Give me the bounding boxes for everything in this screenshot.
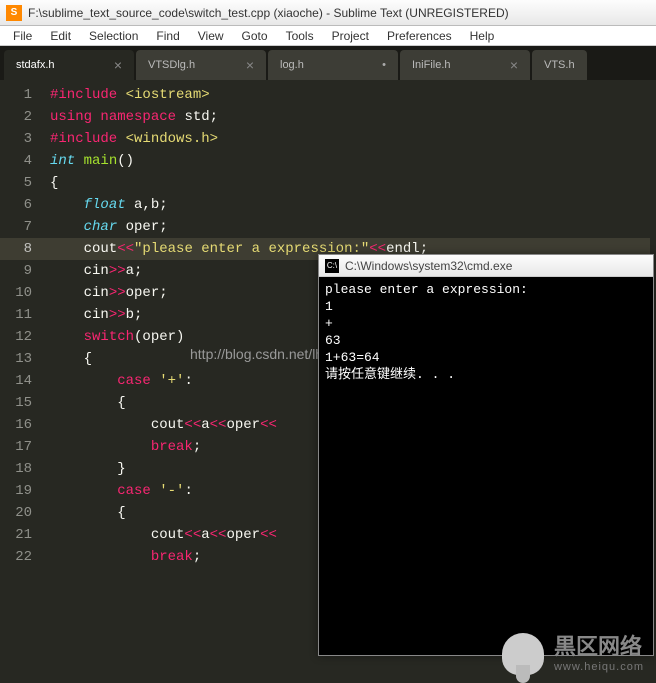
line-number: 1 <box>0 84 44 106</box>
menu-find[interactable]: Find <box>147 27 188 45</box>
cmd-icon: C:\ <box>325 259 339 273</box>
menu-bar: File Edit Selection Find View Goto Tools… <box>0 26 656 46</box>
tab-stdafx-h[interactable]: stdafx.h × <box>4 50 134 80</box>
tab-bar: stdafx.h × VTSDlg.h × log.h • IniFile.h × VTS.h <box>0 46 656 80</box>
tab-label: VTSDlg.h <box>148 59 195 71</box>
tab-IniFile-h[interactable]: IniFile.h × <box>400 50 530 80</box>
close-icon[interactable]: × <box>500 57 518 73</box>
cmd-title-bar[interactable]: C:\ C:\Windows\system32\cmd.exe <box>319 255 653 277</box>
line-number: 10 <box>0 282 44 304</box>
footer-logo: 黒区网络 www.heiqu.com <box>502 633 644 675</box>
footer-url: www.heiqu.com <box>554 661 644 674</box>
title-bar: S F:\sublime_text_source_code\switch_tes… <box>0 0 656 26</box>
line-number: 3 <box>0 128 44 150</box>
line-number: 20 <box>0 502 44 524</box>
line-number: 22 <box>0 546 44 568</box>
menu-edit[interactable]: Edit <box>41 27 80 45</box>
line-number: 18 <box>0 458 44 480</box>
code-line[interactable]: #include <iostream> <box>50 84 650 106</box>
code-line[interactable]: #include <windows.h> <box>50 128 650 150</box>
window-title: F:\sublime_text_source_code\switch_test.… <box>28 6 509 20</box>
menu-selection[interactable]: Selection <box>80 27 147 45</box>
line-gutter: 12345678910111213141516171819202122 <box>0 80 44 681</box>
cmd-window[interactable]: C:\ C:\Windows\system32\cmd.exe please e… <box>318 254 654 656</box>
line-number: 16 <box>0 414 44 436</box>
tab-log-h[interactable]: log.h • <box>268 50 398 80</box>
line-number: 4 <box>0 150 44 172</box>
code-line[interactable]: float a,b; <box>50 194 650 216</box>
code-line[interactable]: char oper; <box>50 216 650 238</box>
menu-preferences[interactable]: Preferences <box>378 27 461 45</box>
line-number: 14 <box>0 370 44 392</box>
tab-label: VTS.h <box>544 59 575 71</box>
line-number: 7 <box>0 216 44 238</box>
code-line[interactable]: using namespace std; <box>50 106 650 128</box>
code-line[interactable]: { <box>50 172 650 194</box>
menu-project[interactable]: Project <box>323 27 378 45</box>
line-number: 2 <box>0 106 44 128</box>
menu-goto[interactable]: Goto <box>233 27 277 45</box>
line-number: 21 <box>0 524 44 546</box>
line-number: 5 <box>0 172 44 194</box>
cmd-title-text: C:\Windows\system32\cmd.exe <box>345 259 512 273</box>
tab-VTSDlg-h[interactable]: VTSDlg.h × <box>136 50 266 80</box>
cmd-body: please enter a expression: 1 + 63 1+63=6… <box>319 277 653 655</box>
line-number: 9 <box>0 260 44 282</box>
tab-label: log.h <box>280 59 304 71</box>
mushroom-icon <box>502 633 544 675</box>
tab-label: IniFile.h <box>412 59 451 71</box>
tab-VTS-h[interactable]: VTS.h <box>532 50 587 80</box>
line-number: 19 <box>0 480 44 502</box>
line-number: 17 <box>0 436 44 458</box>
menu-file[interactable]: File <box>4 27 41 45</box>
line-number: 13 <box>0 348 44 370</box>
line-number: 15 <box>0 392 44 414</box>
modified-dot-icon: • <box>372 59 386 71</box>
tab-label: stdafx.h <box>16 59 55 71</box>
app-icon: S <box>6 5 22 21</box>
menu-tools[interactable]: Tools <box>277 27 323 45</box>
line-number: 6 <box>0 194 44 216</box>
line-number: 12 <box>0 326 44 348</box>
footer-name: 黒区网络 <box>554 634 644 660</box>
menu-view[interactable]: View <box>189 27 233 45</box>
menu-help[interactable]: Help <box>461 27 504 45</box>
close-icon[interactable]: × <box>236 57 254 73</box>
close-icon[interactable]: × <box>104 57 122 73</box>
line-number: 8 <box>0 238 44 260</box>
code-line[interactable]: int main() <box>50 150 650 172</box>
line-number: 11 <box>0 304 44 326</box>
